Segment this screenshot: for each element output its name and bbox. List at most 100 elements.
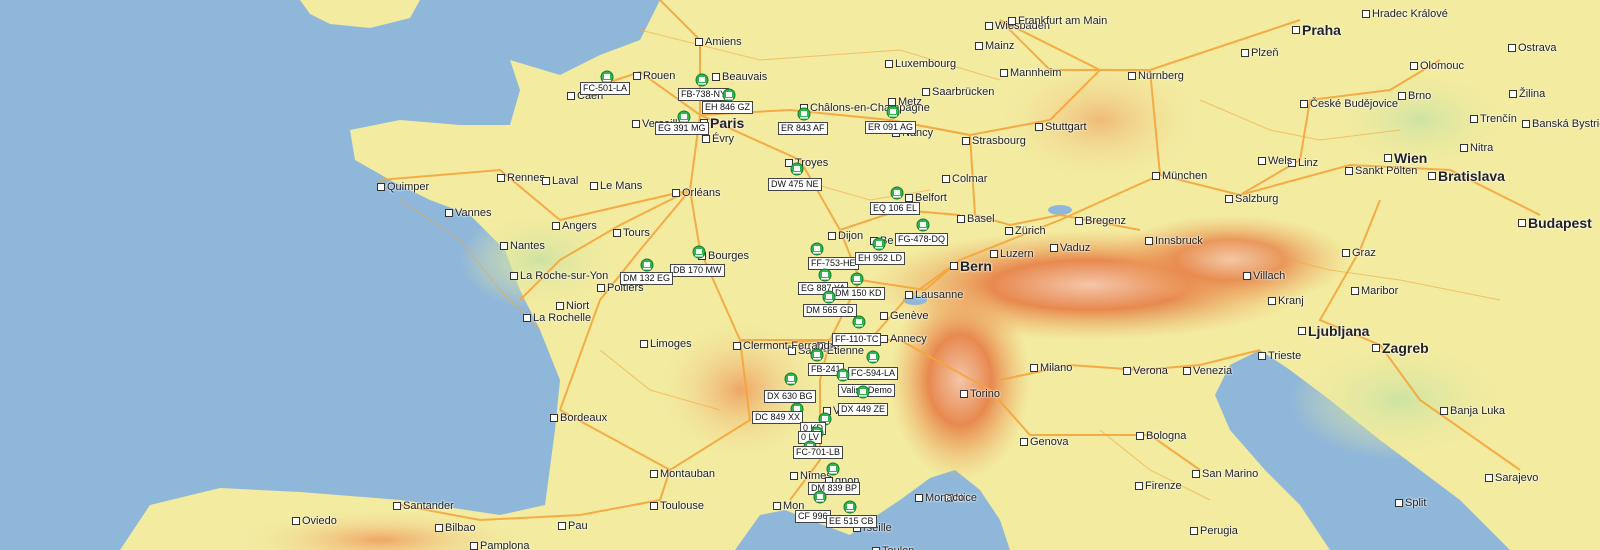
city-praha: Praha (1292, 22, 1341, 38)
city-label: Rennes (507, 172, 545, 184)
city-marker (523, 314, 531, 322)
city-venezia: Venezia (1183, 365, 1232, 377)
city-label: Bordeaux (560, 412, 608, 424)
city-marker (292, 517, 300, 525)
truck-icon[interactable] (810, 242, 824, 256)
truck-icon[interactable] (852, 315, 866, 329)
truck-icon[interactable] (818, 268, 832, 282)
city-marker (1384, 154, 1392, 162)
vehicle-plate-label[interactable]: DX 449 ZE (838, 403, 889, 416)
city-linz: Linz (1288, 157, 1318, 169)
truck-icon[interactable] (640, 258, 654, 272)
city-marker (552, 222, 560, 230)
city-marker (1050, 244, 1058, 252)
city-label: Venezia (1193, 365, 1233, 377)
city-label: Rouen (643, 70, 676, 82)
city-marker (950, 262, 958, 270)
truck-icon[interactable] (872, 237, 886, 251)
vehicle-plate-label[interactable]: FC-701-LB (793, 446, 844, 459)
vehicle-plate-label[interactable]: DM 565 GD (803, 304, 857, 317)
truck-icon[interactable] (790, 162, 804, 176)
city-nurnberg: Nürnberg (1128, 70, 1184, 82)
city-label: Orléans (682, 187, 721, 199)
vehicle-plate-label[interactable]: DB 170 MW (670, 264, 725, 277)
city-geneve: Genève (880, 310, 929, 322)
truck-icon[interactable] (866, 350, 880, 364)
truck-icon[interactable] (692, 245, 706, 259)
city-label: Ostrava (1518, 42, 1557, 54)
city-label: Luxembourg (895, 58, 957, 70)
city-label: Metz (898, 96, 922, 108)
city-marker (790, 472, 798, 480)
city-label: Perugia (1200, 525, 1238, 537)
truck-icon[interactable] (886, 105, 900, 119)
city-marker (1508, 44, 1516, 52)
vehicle-plate-label[interactable]: DC 849 XX (752, 411, 804, 424)
truck-icon[interactable] (784, 372, 798, 386)
city-marker (1000, 69, 1008, 77)
vehicle-plate-label[interactable]: FF-753-HE (808, 257, 859, 270)
truck-icon[interactable] (843, 500, 857, 514)
city-label: Monaco (925, 492, 965, 504)
city-brno: Brno (1398, 90, 1431, 102)
city-limoges: Limoges (640, 338, 692, 350)
city-marker (1241, 49, 1249, 57)
city-marker (773, 502, 781, 510)
city-marker (632, 120, 640, 128)
city-marker (960, 390, 968, 398)
vehicle-plate-label[interactable]: FF-110-TC (832, 333, 882, 346)
truck-icon[interactable] (695, 73, 709, 87)
vehicle-plate-label[interactable]: DW 475 NE (768, 178, 822, 191)
city-beauvais: Beauvais (712, 71, 767, 83)
city-marker (985, 22, 993, 30)
city-marker (915, 494, 923, 502)
vehicle-plate-label[interactable]: ER 843 AF (778, 122, 828, 135)
city-bregenz: Bregenz (1075, 215, 1126, 227)
city-quimper: Quimper (377, 181, 429, 193)
city-label: Villach (1253, 270, 1286, 282)
city-milano: Milano (1030, 362, 1072, 374)
city-marker (470, 542, 478, 550)
city-marker (880, 312, 888, 320)
vehicle-plate-label[interactable]: DM 150 KD (832, 287, 885, 300)
city-label: Santander (403, 500, 454, 512)
city-marker (1135, 482, 1143, 490)
city-label: San Marino (1202, 468, 1259, 480)
city-budapest: Budapest (1518, 215, 1592, 231)
vehicle-plate-label[interactable]: EH 846 GZ (702, 101, 754, 114)
city-label: Niort (566, 300, 590, 312)
vehicle-plate-label[interactable]: ER 091 AG (865, 121, 917, 134)
city-marker (695, 38, 703, 46)
vehicle-plate-label[interactable]: EE 515 CB (826, 515, 877, 528)
city-marker (905, 291, 913, 299)
truck-icon[interactable] (850, 272, 864, 286)
truck-icon[interactable] (836, 368, 850, 382)
city-label: Luzern (1000, 248, 1034, 260)
city-label: Nitra (1470, 142, 1494, 154)
vehicle-plate-label[interactable]: DM 132 EG (620, 272, 674, 285)
city-marker (1372, 344, 1380, 352)
vehicle-plate-label[interactable]: FC-501-LA (580, 82, 631, 95)
city-amiens: Amiens (695, 36, 742, 48)
city-label: Kranj (1278, 295, 1304, 307)
truck-icon[interactable] (890, 186, 904, 200)
city-pamplona: Pamplona (470, 540, 530, 550)
city-marker (613, 229, 621, 237)
vehicle-plate-label[interactable]: EG 391 MG (655, 122, 709, 135)
city-marker (445, 209, 453, 217)
vehicle-plate-label[interactable]: EQ 106 EL (870, 202, 921, 215)
map-canvas[interactable]: AmiensRouenCaenVersaillesParisÉvryBeauva… (0, 0, 1600, 550)
city-mainz: Mainz (975, 40, 1014, 52)
city-annecy: Annecy (880, 333, 927, 345)
truck-icon[interactable] (822, 290, 836, 304)
truck-icon[interactable] (797, 107, 811, 121)
vehicle-plate-label[interactable]: FC-594-LA (848, 367, 899, 380)
truck-icon[interactable] (826, 462, 840, 476)
truck-icon[interactable] (810, 348, 824, 362)
vehicle-plate-label[interactable]: FG-478-DQ (895, 233, 949, 246)
truck-icon[interactable] (722, 88, 736, 102)
truck-icon[interactable] (916, 218, 930, 232)
truck-icon[interactable] (813, 490, 827, 504)
vehicle-plate-label[interactable]: EH 952 LD (855, 252, 906, 265)
truck-icon[interactable] (856, 385, 870, 399)
